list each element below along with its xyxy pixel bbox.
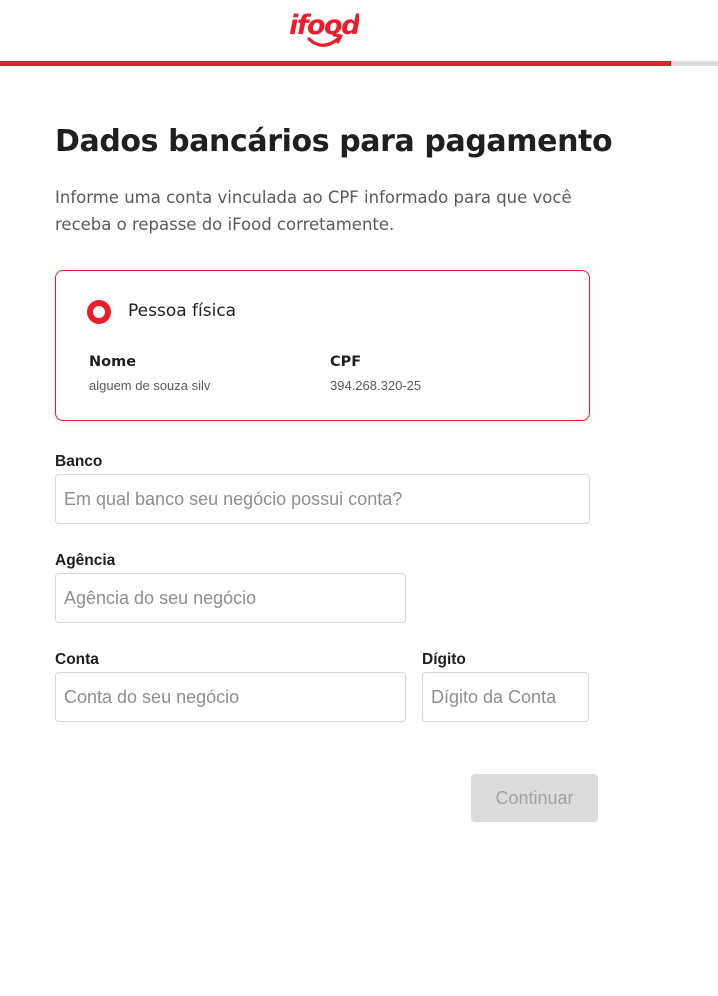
continue-button[interactable]: Continuar bbox=[471, 774, 598, 822]
page-subtitle: Informe uma conta vinculada ao CPF infor… bbox=[55, 188, 572, 234]
cpf-label: CPF bbox=[330, 354, 362, 370]
bank-label: Banco bbox=[55, 453, 103, 470]
account-type-card[interactable]: Pessoa física Nome alguem de souza silv … bbox=[55, 270, 590, 421]
ifood-logo[interactable]: ifood bbox=[287, 6, 359, 52]
account-label: Conta bbox=[55, 651, 99, 668]
agency-input[interactable] bbox=[55, 573, 406, 623]
account-input[interactable] bbox=[55, 672, 406, 722]
digit-input[interactable] bbox=[422, 672, 589, 722]
name-label: Nome bbox=[89, 354, 137, 370]
digit-label: Dígito bbox=[422, 651, 466, 668]
account-type-label: Pessoa física bbox=[128, 301, 237, 321]
progress-bar-fill bbox=[0, 61, 671, 66]
bank-input[interactable] bbox=[55, 474, 590, 524]
page-title: Dados bancários para pagamento bbox=[55, 124, 613, 159]
agency-label: Agência bbox=[55, 552, 116, 569]
svg-text:ifood: ifood bbox=[289, 10, 359, 41]
header: ifood bbox=[0, 0, 718, 62]
progress-bar bbox=[0, 61, 718, 66]
name-value: alguem de souza silv bbox=[89, 378, 211, 393]
radio-selected-icon[interactable] bbox=[87, 300, 111, 324]
cpf-value: 394.268.320-25 bbox=[330, 378, 422, 393]
